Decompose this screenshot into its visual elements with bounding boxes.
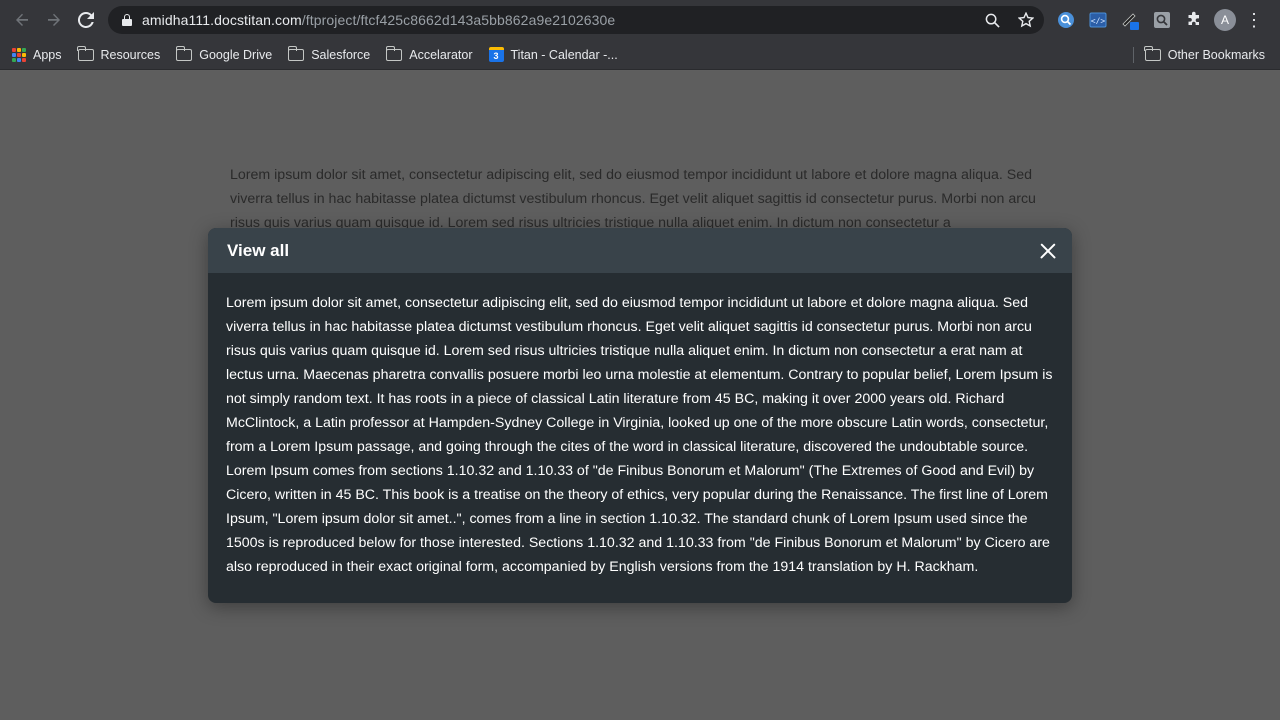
bookmark-label: Salesforce: [311, 47, 371, 62]
calendar-icon: 3: [488, 47, 504, 62]
zoom-extension-icon[interactable]: [1150, 8, 1174, 32]
bookmark-label: Google Drive: [199, 47, 273, 62]
bookmark-salesforce[interactable]: Salesforce: [287, 45, 371, 62]
modal-title: View all: [227, 240, 290, 260]
menu-icon[interactable]: ⋮: [1244, 10, 1264, 31]
view-all-modal: View all Lorem ipsum dolor sit amet, con…: [208, 228, 1072, 603]
folder-icon: [175, 45, 193, 61]
zoom-icon[interactable]: [982, 10, 1002, 30]
bookmark-label: Apps: [33, 47, 62, 62]
bookmark-google-drive[interactable]: Google Drive: [175, 45, 273, 62]
reload-icon[interactable]: [70, 4, 102, 36]
back-icon[interactable]: [6, 4, 38, 36]
modal-header: View all: [208, 228, 1072, 273]
modal-body-text: Lorem ipsum dolor sit amet, consectetur …: [226, 295, 1053, 575]
bookmarks-divider: [1133, 47, 1134, 63]
pen-extension-icon[interactable]: [1118, 8, 1142, 32]
folder-icon: [1144, 46, 1161, 61]
lock-icon[interactable]: [122, 14, 132, 26]
url-path: /ftproject/ftcf425c8662d143a5bb862a9e210…: [301, 12, 616, 28]
svg-text:</>: </>: [1091, 17, 1106, 26]
bookmark-titan-calendar[interactable]: 3 Titan - Calendar -...: [488, 47, 618, 62]
bookmarks-bar: Apps Resources Google Drive Salesforce A…: [0, 40, 1280, 70]
profile-avatar[interactable]: A: [1214, 9, 1236, 31]
folder-icon: [287, 45, 305, 61]
modal-body: Lorem ipsum dolor sit amet, consectetur …: [208, 273, 1072, 579]
other-bookmarks[interactable]: Other Bookmarks: [1144, 40, 1265, 70]
browser-toolbar: amidha111.docstitan.com/ftproject/ftcf42…: [0, 0, 1280, 40]
url-text: amidha111.docstitan.com/ftproject/ftcf42…: [142, 12, 615, 28]
folder-icon: [385, 45, 403, 61]
other-bookmarks-label: Other Bookmarks: [1167, 48, 1265, 62]
bookmark-label: Accelarator: [409, 47, 473, 62]
bookmark-resources[interactable]: Resources: [77, 45, 161, 62]
bookmark-label: Resources: [100, 47, 161, 62]
close-icon[interactable]: [1036, 239, 1060, 263]
folder-icon: [77, 45, 94, 61]
search-extension-icon[interactable]: [1054, 8, 1078, 32]
url-host: amidha111.docstitan.com: [142, 12, 302, 28]
star-icon[interactable]: [1016, 10, 1036, 30]
background-paragraph: Lorem ipsum dolor sit amet, consectetur …: [230, 167, 1036, 231]
bookmark-apps[interactable]: Apps: [12, 47, 62, 62]
bookmark-accelarator[interactable]: Accelarator: [385, 45, 473, 62]
bookmark-label: Titan - Calendar -...: [510, 47, 618, 62]
apps-grid-icon: [12, 47, 26, 62]
extensions-icon[interactable]: [1182, 8, 1206, 32]
code-extension-icon[interactable]: </>: [1086, 8, 1110, 32]
forward-icon[interactable]: [38, 4, 70, 36]
address-bar[interactable]: amidha111.docstitan.com/ftproject/ftcf42…: [108, 6, 1044, 34]
